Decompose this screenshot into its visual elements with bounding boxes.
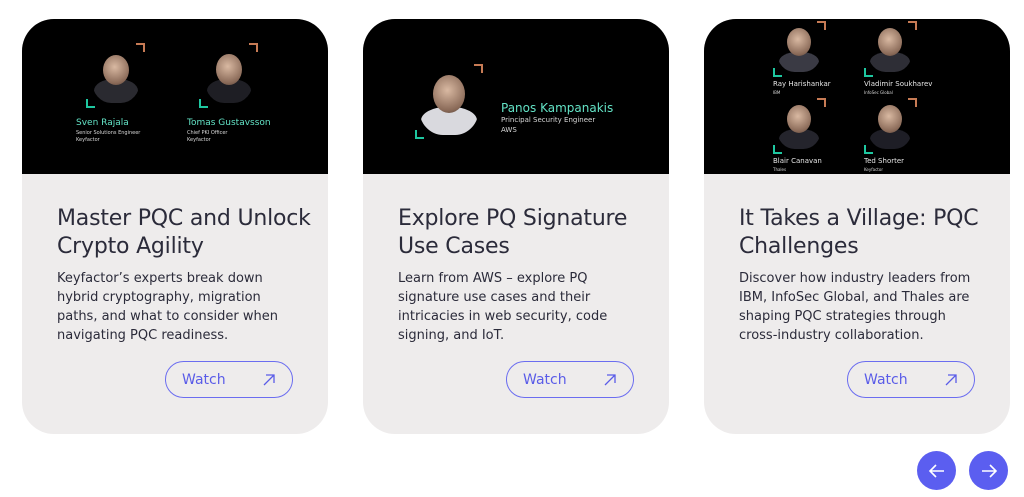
speaker-org: Thales [773, 167, 787, 172]
speaker-name: Blair Canavan [773, 157, 822, 165]
webinar-carousel: Sven Rajala Senior Solutions Engineer Ke… [0, 0, 1024, 497]
card-description: Learn from AWS – explore PQ signature us… [398, 271, 608, 343]
speaker-name: Sven Rajala [76, 118, 129, 128]
speaker-name: Panos Kampanakis [501, 101, 614, 115]
speaker-photo [205, 49, 253, 103]
speaker-name: Ray Harishankar [773, 80, 831, 88]
arrow-up-right-icon [945, 373, 957, 385]
speaker-org: Keyfactor [76, 137, 100, 143]
speaker-org: Keyfactor [864, 167, 883, 172]
watch-label: Watch [523, 371, 567, 388]
speaker-role: Principal Security Engineer [501, 116, 596, 124]
speaker-photo [92, 49, 140, 103]
webinar-card: Ray Harishankar IBM Vladimir Soukharev I… [704, 19, 1010, 434]
speaker-banner: Ray Harishankar IBM Vladimir Soukharev I… [704, 19, 1010, 174]
speaker-photo [868, 101, 912, 149]
arrow-up-right-icon [263, 373, 275, 385]
speaker-photo [419, 69, 479, 135]
next-button[interactable] [969, 451, 1008, 490]
webinar-card: Panos Kampanakis Principal Security Engi… [363, 19, 669, 434]
speaker-name: Vladimir Soukharev [864, 80, 933, 88]
speaker-org: InfoSec Global [864, 90, 893, 95]
card-title: Explore PQ Signature Use Cases [398, 206, 628, 259]
speaker-banner: Panos Kampanakis Principal Security Engi… [363, 19, 669, 174]
arrow-up-right-icon [604, 373, 616, 385]
speaker-org: Keyfactor [187, 137, 211, 143]
watch-button[interactable]: Watch [165, 361, 293, 398]
speaker-banner: Sven Rajala Senior Solutions Engineer Ke… [22, 19, 328, 174]
speaker-name: Ted Shorter [864, 157, 905, 165]
speaker-org: IBM [773, 90, 781, 95]
speaker-photo [868, 24, 912, 72]
speaker-org: AWS [501, 126, 517, 134]
speaker-role: Senior Solutions Engineer [76, 130, 141, 136]
speaker-photo [777, 24, 821, 72]
webinar-card: Sven Rajala Senior Solutions Engineer Ke… [22, 19, 328, 434]
arrow-left-icon [928, 463, 944, 478]
card-title: It Takes a Village: PQC Challenges [739, 206, 979, 259]
speaker-role: Chief PKI Officer [187, 130, 228, 136]
watch-button[interactable]: Watch [506, 361, 634, 398]
watch-label: Watch [864, 371, 908, 388]
speaker-photo [777, 101, 821, 149]
card-title: Master PQC and Unlock Crypto Agility [57, 206, 311, 259]
card-description: Keyfactor’s experts break down hybrid cr… [57, 271, 278, 343]
watch-button[interactable]: Watch [847, 361, 975, 398]
watch-label: Watch [182, 371, 226, 388]
speaker-name: Tomas Gustavsson [187, 118, 271, 128]
arrow-right-icon [981, 463, 997, 478]
previous-button[interactable] [917, 451, 956, 490]
card-description: Discover how industry leaders from IBM, … [739, 271, 971, 343]
